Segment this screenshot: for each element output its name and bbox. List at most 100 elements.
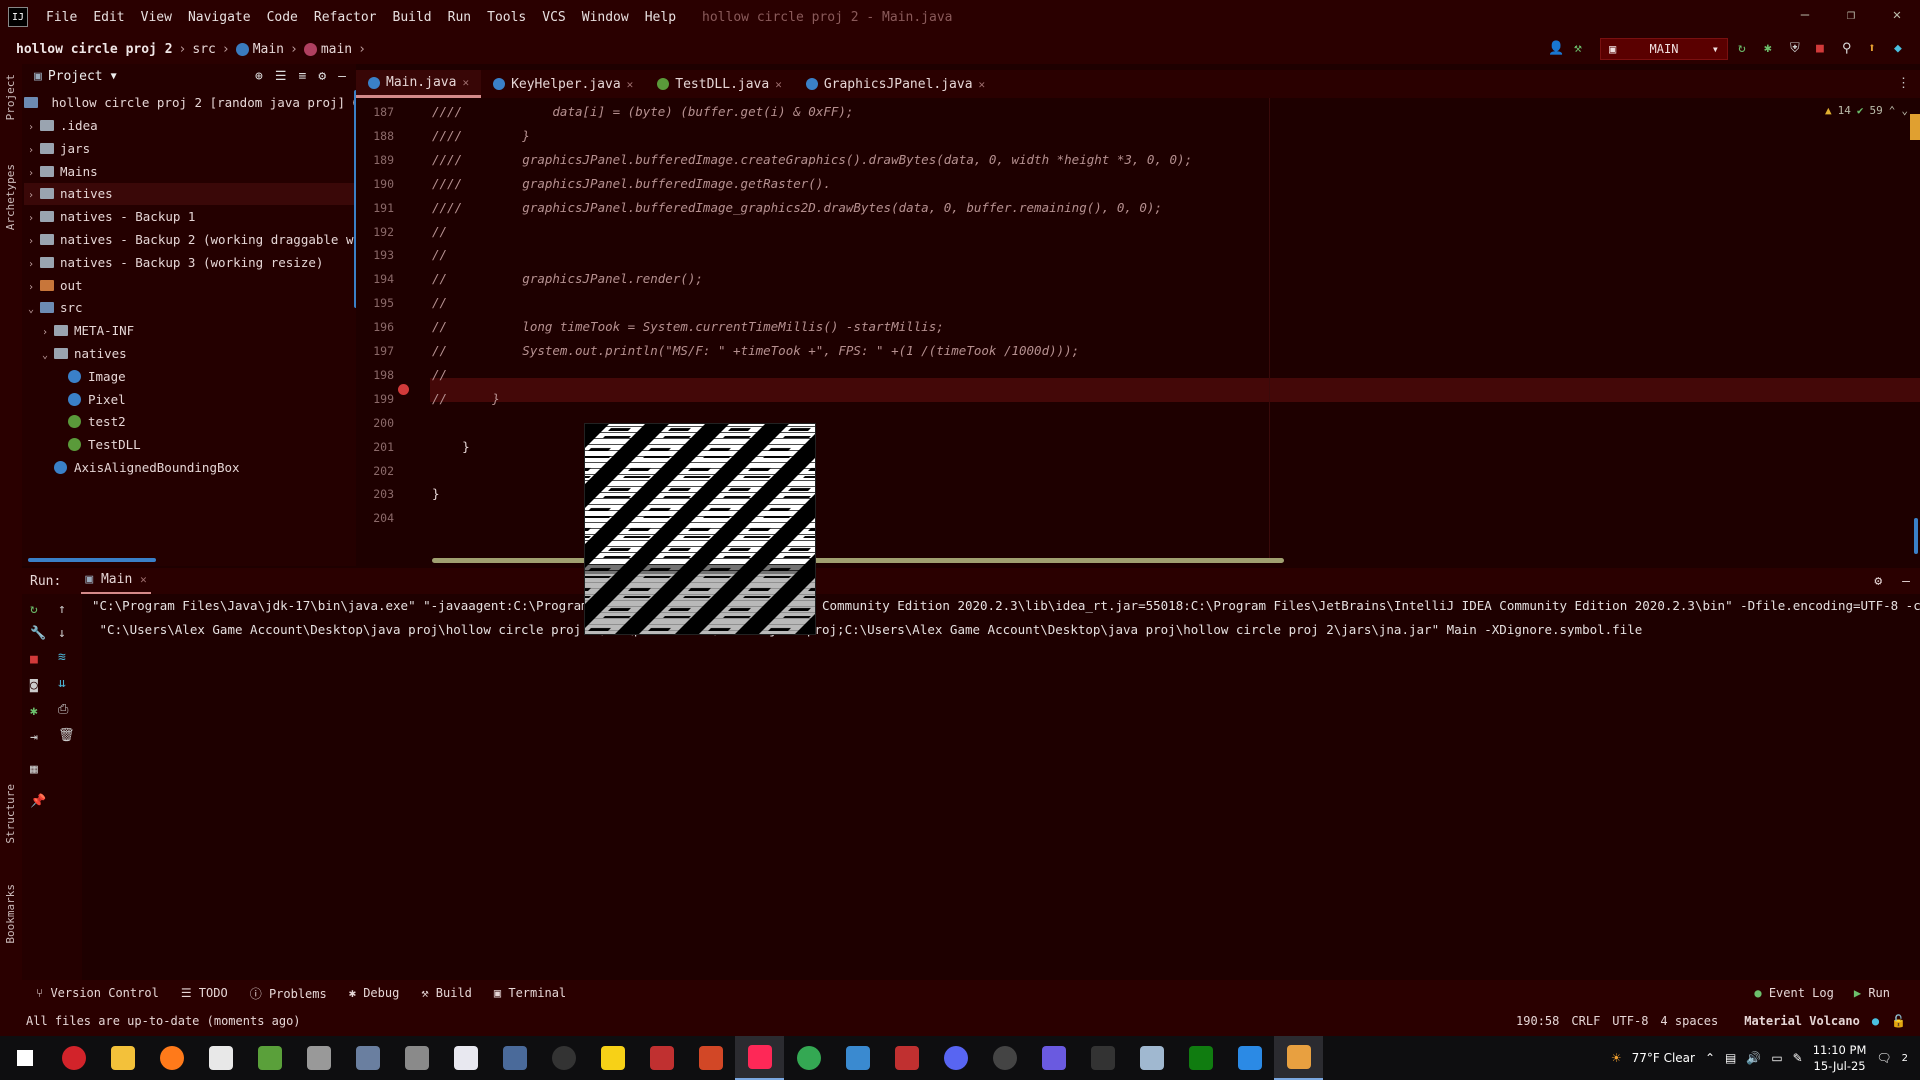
chevron-up-icon[interactable]: ⌃: [1705, 1051, 1715, 1065]
tree-item[interactable]: › natives - Backup 3 (working resize): [24, 252, 323, 274]
menu-code[interactable]: Code: [259, 10, 306, 25]
close-tab-icon[interactable]: ✕: [462, 76, 469, 89]
hide-panel-icon[interactable]: —: [1902, 574, 1910, 589]
indent-setting[interactable]: 4 spaces: [1660, 1014, 1718, 1028]
stop-icon[interactable]: ■: [1816, 41, 1832, 57]
breadcrumb-project[interactable]: hollow circle proj 2: [16, 42, 173, 57]
menu-help[interactable]: Help: [637, 10, 684, 25]
expand-all-icon[interactable]: ☰: [275, 69, 287, 84]
breadcrumb-src[interactable]: src: [192, 42, 215, 57]
chevron-right-icon[interactable]: ›: [24, 231, 38, 253]
rerun-icon[interactable]: ↻: [30, 602, 44, 617]
close-tab-icon[interactable]: ✕: [775, 78, 782, 91]
weather-text[interactable]: 77°F Clear: [1632, 1051, 1695, 1065]
breakpoint-icon[interactable]: [398, 384, 409, 395]
tree-item[interactable]: test2: [52, 411, 126, 433]
code-line[interactable]: //// graphicsJPanel.bufferedImage.create…: [432, 148, 1192, 172]
code-line[interactable]: //: [432, 291, 447, 315]
tree-item[interactable]: › Mains: [24, 161, 98, 183]
editor-tab[interactable]: TestDLL.java ✕: [645, 70, 794, 98]
obs-icon[interactable]: [980, 1036, 1029, 1080]
editor-horizontal-scrollbar[interactable]: [432, 558, 1284, 563]
restore-button[interactable]: ❐: [1828, 0, 1874, 30]
soft-wrap-icon[interactable]: ≋: [58, 650, 72, 665]
car-game-icon[interactable]: [637, 1036, 686, 1080]
tree-item[interactable]: TestDLL: [52, 434, 141, 456]
circle-icon[interactable]: [539, 1036, 588, 1080]
camera-icon[interactable]: ◙: [30, 678, 44, 693]
firefox-icon[interactable]: [147, 1036, 196, 1080]
tool-debug[interactable]: ✱ Debug: [349, 986, 400, 1000]
volume-icon[interactable]: 🔊: [1746, 1051, 1761, 1065]
coverage-icon[interactable]: ⛨: [1790, 41, 1806, 57]
tool-run[interactable]: ▶ Run: [1854, 986, 1890, 1000]
clock[interactable]: 11:10 PM 15-Jul-25: [1813, 1042, 1867, 1074]
code-line[interactable]: // }: [432, 387, 500, 411]
theme-name[interactable]: Material Volcano: [1744, 1014, 1860, 1028]
hide-panel-icon[interactable]: —: [338, 69, 346, 84]
code-line[interactable]: }: [432, 482, 440, 506]
tree-item[interactable]: › natives - Backup 1: [24, 206, 195, 228]
error-stripe-marker[interactable]: [1910, 114, 1920, 140]
render-output-window[interactable]: [584, 423, 816, 635]
close-window-button[interactable]: ✕: [1874, 0, 1920, 30]
editor-tab[interactable]: KeyHelper.java ✕: [481, 70, 645, 98]
archetypes-tool-button[interactable]: Archetypes: [4, 164, 17, 230]
close-tab-icon[interactable]: ✕: [627, 78, 634, 91]
tool-problems[interactable]: ⓘ Problems: [250, 985, 327, 1002]
xbox-icon[interactable]: [1176, 1036, 1225, 1080]
line-gutter[interactable]: 187 188 189 190 191 192 193 194 195 196 197 198 199 2…: [356, 98, 430, 566]
plugin-icon[interactable]: ◆: [1894, 41, 1910, 57]
file-encoding[interactable]: UTF-8: [1612, 1014, 1648, 1028]
tool-version-control[interactable]: ⑂ Version Control: [36, 986, 159, 1000]
pen-icon[interactable]: ✎: [1793, 1051, 1803, 1065]
print-icon[interactable]: ⎙: [58, 702, 72, 717]
chevron-down-icon[interactable]: ⌄: [1901, 104, 1908, 117]
tree-item[interactable]: › out: [24, 275, 83, 297]
tree-item[interactable]: ⌄ src: [24, 297, 83, 319]
tree-item[interactable]: › .idea: [24, 115, 98, 137]
editor-vertical-scrollbar[interactable]: [1914, 518, 1918, 554]
tree-item[interactable]: AxisAlignedBoundingBox: [38, 457, 240, 479]
tree-item[interactable]: Image: [52, 366, 126, 388]
davinci-icon[interactable]: [343, 1036, 392, 1080]
menu-refactor[interactable]: Refactor: [306, 10, 385, 25]
build-hammer-icon[interactable]: ⚒: [1574, 41, 1590, 57]
bookmarks-tool-button[interactable]: Bookmarks: [4, 884, 17, 944]
caret-position[interactable]: 190:58: [1516, 1014, 1559, 1028]
windows-start-icon[interactable]: [0, 1036, 49, 1080]
notification-icon[interactable]: 🗨: [1876, 1051, 1891, 1065]
chevron-up-icon[interactable]: ⌃: [1889, 104, 1896, 117]
collapse-all-icon[interactable]: ≡: [299, 69, 307, 84]
code-line[interactable]: // System.out.println("MS/F: " +timeTook…: [432, 339, 1079, 363]
java-icon[interactable]: [1274, 1036, 1323, 1080]
wrench-icon[interactable]: 🔧: [30, 626, 46, 641]
powerpoint-icon[interactable]: [686, 1036, 735, 1080]
tree-item[interactable]: › META-INF: [38, 320, 134, 342]
rerun-icon[interactable]: ↻: [1738, 41, 1754, 57]
code-line[interactable]: //// graphicsJPanel.bufferedImage.getRas…: [432, 172, 831, 196]
inspection-widget[interactable]: ▲ 14 ✔ 59 ⌃ ⌄: [1825, 104, 1908, 117]
discord-icon[interactable]: [931, 1036, 980, 1080]
paint-icon[interactable]: [1127, 1036, 1176, 1080]
code-line[interactable]: //// graphicsJPanel.bufferedImage_graphi…: [432, 196, 1162, 220]
tool-todo[interactable]: ☰ TODO: [181, 986, 228, 1000]
remote-desktop-icon[interactable]: [833, 1036, 882, 1080]
update-icon[interactable]: ⬆: [1868, 41, 1884, 57]
run-tab-main[interactable]: ▣ Main ✕: [81, 568, 151, 594]
roblox-icon[interactable]: [196, 1036, 245, 1080]
scroll-to-end-icon[interactable]: ⇊: [58, 676, 72, 691]
stop-icon[interactable]: ■: [30, 652, 44, 667]
debug-icon[interactable]: ✱: [30, 704, 44, 719]
chevron-right-icon[interactable]: ›: [24, 208, 38, 230]
game-icon[interactable]: [294, 1036, 343, 1080]
minecraft-icon[interactable]: [245, 1036, 294, 1080]
gear-icon[interactable]: ⚙: [1874, 574, 1882, 589]
network-icon[interactable]: ▤: [1725, 1051, 1736, 1065]
code-line[interactable]: //: [432, 243, 447, 267]
battery-icon[interactable]: ▭: [1771, 1051, 1782, 1065]
chevron-right-icon[interactable]: ›: [24, 140, 38, 162]
user-icon[interactable]: 👤: [1548, 41, 1564, 57]
pin-icon[interactable]: 📌: [30, 794, 46, 809]
gear-icon[interactable]: ⚙: [318, 69, 326, 84]
